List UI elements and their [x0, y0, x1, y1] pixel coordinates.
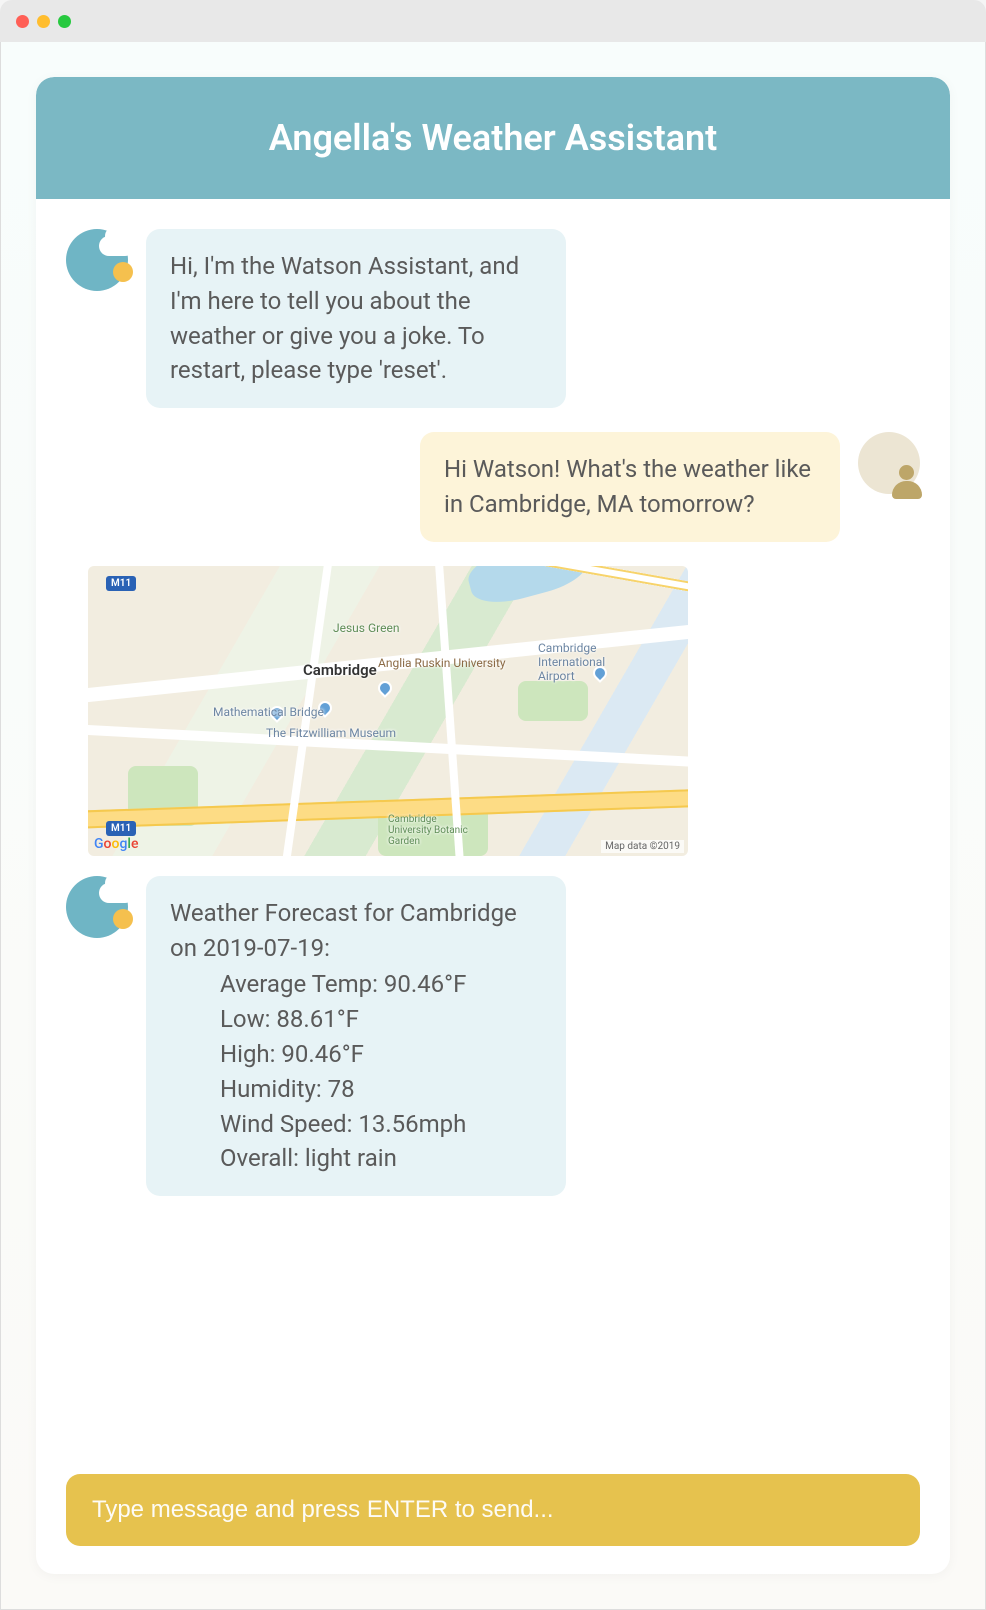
map-poi-label: Cambridge International Airport — [538, 641, 618, 683]
forecast-bubble: Weather Forecast for Cambridge on 2019-0… — [146, 876, 566, 1196]
map-attribution: Map data ©2019 — [601, 840, 684, 853]
forecast-details: Average Temp: 90.46°F Low: 88.61°F High:… — [170, 967, 542, 1176]
chat-container: Angella's Weather Assistant Hi, I'm the … — [36, 77, 950, 1574]
forecast-wind: Wind Speed: 13.56mph — [220, 1107, 542, 1142]
forecast-overall: Overall: light rain — [220, 1141, 542, 1176]
window-titlebar — [0, 0, 986, 42]
app-window: Angella's Weather Assistant Hi, I'm the … — [0, 42, 986, 1610]
minimize-window-button[interactable] — [37, 15, 50, 28]
user-message-bubble: Hi Watson! What's the weather like in Ca… — [420, 432, 840, 542]
highway-shield: M11 — [106, 821, 136, 836]
map-center-label: Cambridge — [303, 661, 377, 679]
forecast-header: Weather Forecast for Cambridge on 2019-0… — [170, 896, 542, 966]
message-row-user: Hi Watson! What's the weather like in Ca… — [66, 432, 920, 542]
bot-avatar — [66, 876, 128, 938]
close-window-button[interactable] — [16, 15, 29, 28]
map-poi-label: The Fitzwilliam Museum — [266, 726, 396, 740]
map-poi-label: Cambridge University Botanic Garden — [388, 814, 478, 847]
forecast-humidity: Humidity: 78 — [220, 1072, 542, 1107]
forecast-low: Low: 88.61°F — [220, 1002, 542, 1037]
bot-avatar — [66, 229, 128, 291]
map-poi-label: Mathematical Bridge — [213, 705, 324, 719]
message-input[interactable] — [66, 1474, 920, 1546]
message-row-bot: Weather Forecast for Cambridge on 2019-0… — [66, 876, 920, 1196]
chat-footer — [36, 1462, 950, 1574]
bot-message-bubble: Hi, I'm the Watson Assistant, and I'm he… — [146, 229, 566, 408]
forecast-high: High: 90.46°F — [220, 1037, 542, 1072]
forecast-avg-temp: Average Temp: 90.46°F — [220, 967, 542, 1002]
map-poi-label: Jesus Green — [333, 621, 399, 635]
user-avatar — [858, 432, 920, 494]
message-row-bot: Hi, I'm the Watson Assistant, and I'm he… — [66, 229, 920, 408]
map-poi-label: Anglia Ruskin University — [378, 656, 458, 670]
google-logo: Google — [94, 836, 138, 852]
maximize-window-button[interactable] — [58, 15, 71, 28]
map-attachment: M11 M11 Cambridge Anglia Ruskin Universi… — [66, 566, 920, 856]
chat-body[interactable]: Hi, I'm the Watson Assistant, and I'm he… — [36, 199, 950, 1462]
map-image[interactable]: M11 M11 Cambridge Anglia Ruskin Universi… — [88, 566, 688, 856]
chat-title: Angella's Weather Assistant — [36, 77, 950, 199]
highway-shield: M11 — [106, 576, 136, 591]
map-pin-icon — [375, 678, 395, 698]
